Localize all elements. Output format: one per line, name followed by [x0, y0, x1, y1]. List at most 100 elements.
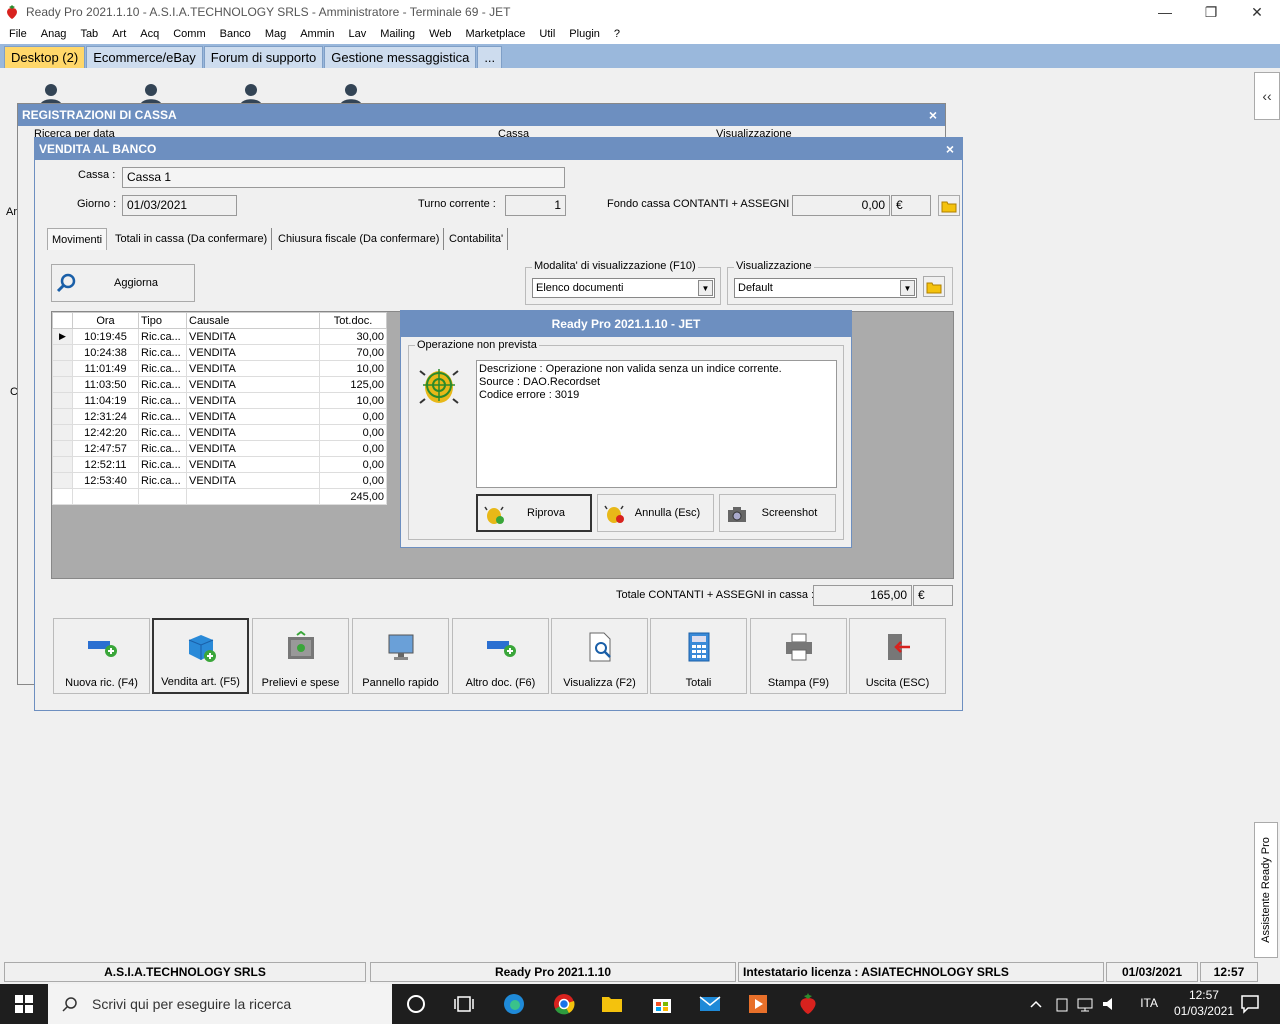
store-icon[interactable]: [650, 992, 674, 1016]
tab-ecommerce[interactable]: Ecommerce/eBay: [86, 46, 203, 68]
visualizzazione-select[interactable]: Default ▼: [734, 278, 917, 298]
col-tipo[interactable]: Tipo: [138, 312, 187, 329]
menu-util[interactable]: Util: [532, 24, 562, 44]
table-row[interactable]: 12:52:11 Ric.ca... VENDITA 0,00: [52, 456, 387, 473]
collapse-panel-button[interactable]: ‹‹: [1254, 72, 1280, 120]
folder-button[interactable]: [923, 276, 945, 297]
tab-more[interactable]: ...: [477, 46, 503, 68]
menu-mailing[interactable]: Mailing: [373, 24, 422, 44]
altro-doc-button[interactable]: Altro doc. (F6): [452, 618, 549, 694]
menu-acq[interactable]: Acq: [133, 24, 166, 44]
menu-plugin[interactable]: Plugin: [562, 24, 607, 44]
cell-causale: VENDITA: [186, 328, 320, 345]
chevron-down-icon[interactable]: ▼: [698, 280, 713, 296]
annulla-button[interactable]: Annulla (Esc): [597, 494, 714, 532]
uscita-button[interactable]: Uscita (ESC): [849, 618, 946, 694]
menu-lav[interactable]: Lav: [341, 24, 373, 44]
tab-messaggistica[interactable]: Gestione messaggistica: [324, 46, 477, 68]
tab-chiusura[interactable]: Chiusura fiscale (Da confermare): [274, 228, 445, 250]
edge-icon[interactable]: [502, 992, 526, 1016]
chrome-icon[interactable]: [552, 992, 576, 1016]
mail-icon[interactable]: [698, 992, 722, 1016]
menu-anag[interactable]: Anag: [34, 24, 74, 44]
stampa-button[interactable]: Stampa (F9): [750, 618, 847, 694]
close-icon[interactable]: ×: [946, 138, 954, 160]
aggiorna-button[interactable]: Aggiorna: [51, 264, 195, 302]
riprova-button[interactable]: Riprova: [476, 494, 592, 532]
table-row[interactable]: ▶ 10:19:45 Ric.ca... VENDITA 30,00: [52, 328, 387, 345]
vendita-art-button[interactable]: Vendita art. (F5): [152, 618, 249, 694]
task-view-icon[interactable]: [452, 992, 476, 1016]
vendita-title: VENDITA AL BANCO: [39, 142, 157, 156]
totali-button[interactable]: Totali: [650, 618, 747, 694]
menu-comm[interactable]: Comm: [166, 24, 212, 44]
language-indicator[interactable]: ITA: [1140, 996, 1158, 1010]
chevron-up-icon[interactable]: [1028, 992, 1044, 1016]
table-row[interactable]: 11:01:49 Ric.ca... VENDITA 10,00: [52, 360, 387, 377]
menu-marketplace[interactable]: Marketplace: [458, 24, 532, 44]
strawberry-icon[interactable]: [796, 992, 820, 1016]
fondo-field[interactable]: 0,00: [792, 195, 890, 216]
table-row[interactable]: 12:53:40 Ric.ca... VENDITA 0,00: [52, 472, 387, 489]
file-explorer-icon[interactable]: [600, 992, 624, 1016]
row-selector: [52, 408, 73, 425]
folder-icon: [941, 201, 957, 212]
chevron-down-icon[interactable]: ▼: [900, 280, 915, 296]
menu-file[interactable]: File: [2, 24, 34, 44]
taskbar-search-placeholder: Scrivi qui per eseguire la ricerca: [92, 996, 292, 1012]
prelievi-button[interactable]: Prelievi e spese: [252, 618, 349, 694]
close-icon[interactable]: ×: [929, 104, 937, 126]
menu-ammin[interactable]: Ammin: [293, 24, 341, 44]
menu-help[interactable]: ?: [607, 24, 627, 44]
nuova-ric-button[interactable]: Nuova ric. (F4): [53, 618, 150, 694]
battery-icon[interactable]: [1054, 992, 1070, 1016]
notification-icon[interactable]: [1238, 992, 1262, 1016]
menu-web[interactable]: Web: [422, 24, 458, 44]
menu-mag[interactable]: Mag: [258, 24, 293, 44]
media-player-icon[interactable]: [746, 992, 770, 1016]
assistant-tab[interactable]: Assistente Ready Pro: [1254, 822, 1278, 958]
screenshot-button[interactable]: Screenshot: [719, 494, 836, 532]
turno-field[interactable]: 1: [505, 195, 566, 216]
menu-art[interactable]: Art: [105, 24, 133, 44]
menu-tab[interactable]: Tab: [73, 24, 105, 44]
status-time: 12:57: [1200, 962, 1258, 982]
giorno-field[interactable]: 01/03/2021: [122, 195, 237, 216]
row-selector-header: [52, 312, 73, 329]
cassa-field[interactable]: Cassa 1: [122, 167, 565, 188]
tab-totali[interactable]: Totali in cassa (Da confermare): [111, 228, 273, 250]
tab-contabilita[interactable]: Contabilita': [445, 228, 509, 250]
table-row[interactable]: 12:31:24 Ric.ca... VENDITA 0,00: [52, 408, 387, 425]
status-bar: A.S.I.A.TECHNOLOGY SRLS Ready Pro 2021.1…: [0, 960, 1280, 984]
visualizza-button[interactable]: Visualizza (F2): [551, 618, 648, 694]
taskbar-search[interactable]: Scrivi qui per eseguire la ricerca: [48, 984, 392, 1024]
table-row[interactable]: 12:47:57 Ric.ca... VENDITA 0,00: [52, 440, 387, 457]
table-row[interactable]: 11:04:19 Ric.ca... VENDITA 10,00: [52, 392, 387, 409]
close-button[interactable]: ✕: [1234, 0, 1280, 24]
tab-forum[interactable]: Forum di supporto: [203, 46, 324, 68]
volume-icon[interactable]: [1100, 992, 1120, 1016]
folder-button[interactable]: [938, 195, 960, 216]
cortana-icon[interactable]: [404, 992, 428, 1016]
cell-causale: VENDITA: [186, 392, 320, 409]
minimize-button[interactable]: —: [1142, 0, 1188, 24]
table-row[interactable]: 10:24:38 Ric.ca... VENDITA 70,00: [52, 344, 387, 361]
pannello-rapido-button[interactable]: Pannello rapido: [352, 618, 449, 694]
col-totdoc[interactable]: Tot.doc.: [319, 312, 387, 329]
col-causale[interactable]: Causale: [186, 312, 320, 329]
cell-tipo: Ric.ca...: [138, 344, 187, 361]
row-selector: [52, 392, 73, 409]
menu-banco[interactable]: Banco: [213, 24, 258, 44]
network-icon[interactable]: [1076, 992, 1096, 1016]
registrazioni-title: REGISTRAZIONI DI CASSA: [22, 108, 177, 122]
col-ora[interactable]: Ora: [72, 312, 139, 329]
table-row[interactable]: 12:42:20 Ric.ca... VENDITA 0,00: [52, 424, 387, 441]
restore-button[interactable]: ❐: [1188, 0, 1234, 24]
windows-start-icon[interactable]: [12, 992, 36, 1016]
taskbar-clock[interactable]: 12:57 01/03/2021: [1174, 987, 1234, 1019]
tab-movimenti[interactable]: Movimenti: [47, 228, 108, 250]
table-row[interactable]: 11:03:50 Ric.ca... VENDITA 125,00: [52, 376, 387, 393]
annulla-label: Annulla (Esc): [634, 507, 701, 519]
tab-desktop[interactable]: Desktop (2): [4, 46, 86, 68]
modalita-select[interactable]: Elenco documenti ▼: [532, 278, 715, 298]
